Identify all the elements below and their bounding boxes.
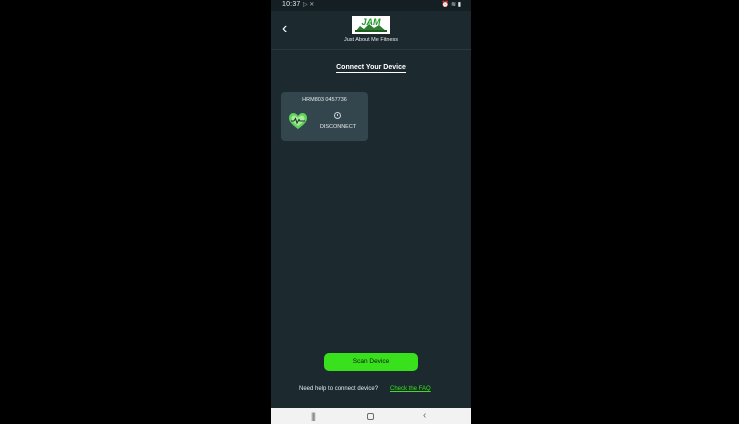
disconnect-button[interactable]: DISCONNECT xyxy=(317,124,359,130)
jam-logo-graphic: JAM xyxy=(352,16,390,34)
app-header: ‹ JAM Just About Me Fitness xyxy=(271,11,471,50)
logo-text: JAM xyxy=(361,17,381,27)
device-name: HRM803 0457736 xyxy=(302,97,347,103)
home-icon[interactable] xyxy=(367,413,374,420)
android-nav-bar: ||| ‹ xyxy=(271,408,471,424)
recents-icon[interactable]: ||| xyxy=(311,411,316,421)
brand-logo: JAM xyxy=(352,16,390,34)
status-time: 10:37 xyxy=(282,1,301,8)
nav-back-icon[interactable]: ‹ xyxy=(423,410,426,421)
brand-name: Just About Me Fitness xyxy=(343,37,399,43)
back-arrow-icon: ‹ xyxy=(282,20,288,37)
phone-screen: 10:37 ▷ ✕ ⏰ ≋ ▮ ‹ JAM Just About Me Fitn… xyxy=(271,0,471,424)
scan-device-button[interactable]: Scan Device xyxy=(324,353,418,371)
system-status-icons: ⏰ ≋ ▮ xyxy=(441,2,461,8)
section-title-text: Connect Your Device xyxy=(336,64,406,73)
status-bar: 10:37 ▷ ✕ ⏰ ≋ ▮ xyxy=(271,0,471,11)
notification-icons: ▷ ✕ xyxy=(303,2,315,8)
device-card[interactable]: HRM803 0457736 DISCONNECT xyxy=(281,92,368,141)
section-title: Connect Your Device xyxy=(271,64,471,73)
faq-link[interactable]: Check the FAQ xyxy=(390,386,431,392)
help-text: Need help to connect device? xyxy=(299,386,379,392)
heart-rate-icon xyxy=(289,113,307,129)
back-button[interactable]: ‹ xyxy=(282,21,296,37)
clock-icon xyxy=(334,112,341,119)
